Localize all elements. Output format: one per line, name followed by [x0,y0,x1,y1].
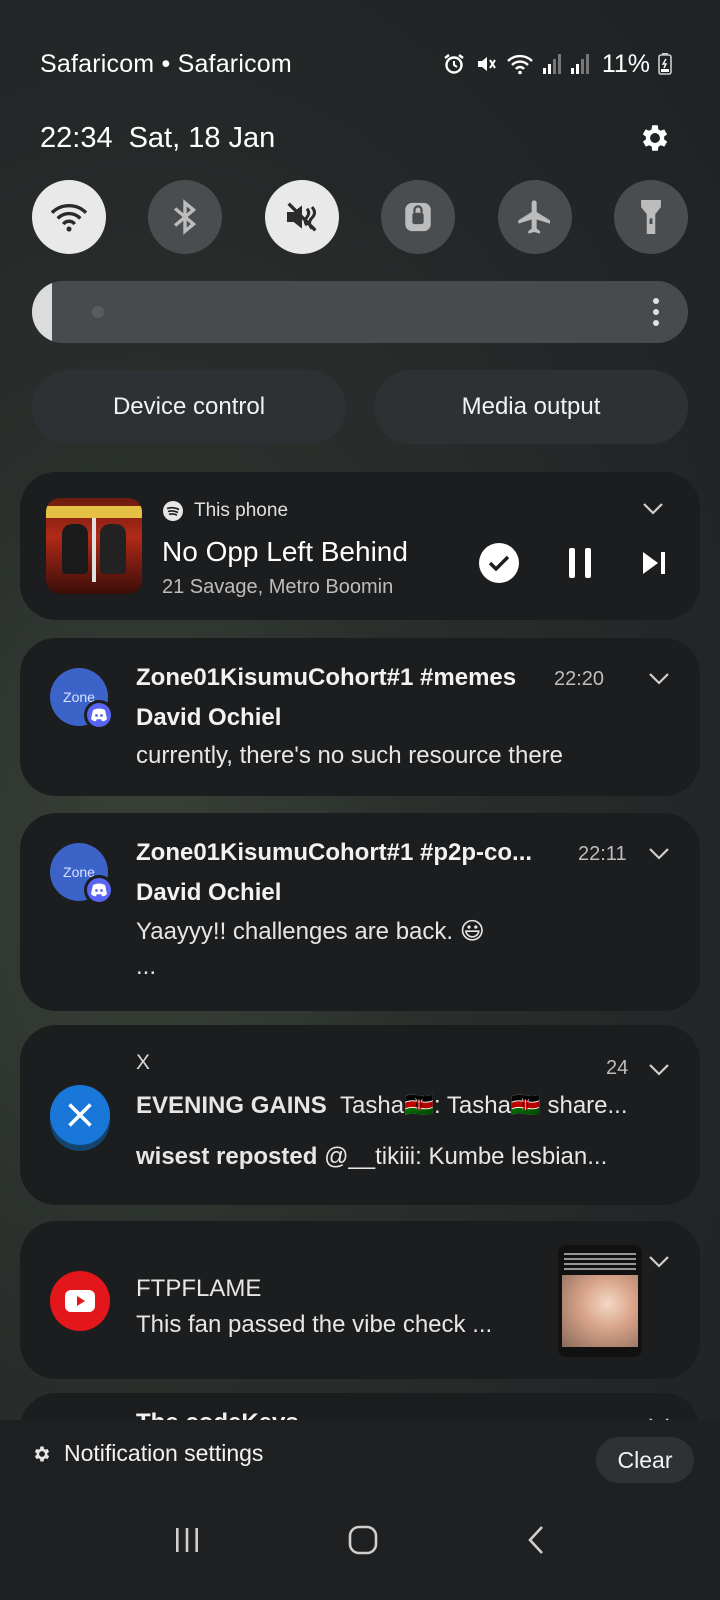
notification-time: 22:20 [554,668,605,690]
notification-count: 24 [606,1057,629,1079]
spotify-icon [163,501,183,521]
flashlight-toggle[interactable] [613,180,688,254]
skip-next-icon[interactable] [640,549,668,577]
video-thumbnail [558,1245,642,1357]
line2-text: @__tikiii: Kumbe lesbian... [324,1143,608,1170]
lock-toggle[interactable] [381,180,456,254]
gear-icon[interactable] [638,121,672,155]
clock: 22:34 Sat, 18 Jan [40,122,291,155]
x-app-icon [50,1085,110,1145]
media-output-button[interactable]: Media output [374,370,688,444]
status-icons: 11% [442,50,672,79]
notification-settings-label: Notification settings [64,1440,264,1466]
notification-text: currently, there's no such resource ther… [136,742,564,769]
media-source: This phone [162,500,288,522]
notification-title: Zone01KisumuCohort#1 #p2p-co... [136,839,533,866]
device-control-button[interactable]: Device control [32,370,346,444]
brightness-icon [92,306,104,318]
discord-icon [84,875,114,905]
battery-icon [658,53,672,75]
notification-text: Yaayyy!! challenges are back. 😃 [136,918,485,945]
youtube-play-icon [65,1290,95,1312]
notification-time: 22:11 [578,843,627,865]
line1-text: Tasha🇰🇪: Tasha🇰🇪 share... [340,1092,628,1119]
chevron-down-icon[interactable] [648,1063,670,1077]
notification-card[interactable]: Zone Zone01KisumuCohort#1 #p2p-co... 22:… [20,813,700,1011]
youtube-app-icon [50,1271,110,1331]
carrier-label: Safaricom • Safaricom [40,49,292,78]
notification-settings-button[interactable]: Notification settings [32,1440,263,1467]
clear-button[interactable]: Clear [596,1437,694,1483]
chevron-down-icon[interactable] [648,672,670,686]
media-player-card[interactable]: This phone No Opp Left Behind 21 Savage,… [20,472,700,620]
navigation-bar [0,1505,720,1575]
signal-icon [542,54,561,74]
notification-line2: wisest reposted @__tikiii: Kumbe lesbian… [136,1143,607,1171]
sound-toggle[interactable] [264,180,339,254]
airplane-icon [517,200,550,234]
quick-toggles [32,180,688,254]
chevron-down-icon[interactable] [648,847,670,861]
alarm-icon [444,54,464,74]
signal-icon [570,54,589,74]
time-label: 22:34 [40,121,113,154]
notification-sender: David Ochiel [136,879,282,906]
mute-icon [477,57,496,71]
media-source-label: This phone [194,500,289,521]
flashlight-icon [641,200,661,234]
notification-line1: EVENING GAINS Tasha🇰🇪: Tasha🇰🇪 share... [136,1091,628,1120]
notification-card[interactable]: Zone Zone01KisumuCohort#1 #memes 22:20 D… [20,638,700,796]
notification-more: ... [136,953,157,980]
bluetooth-toggle[interactable] [148,180,223,254]
track-artist: 21 Savage, Metro Boomin [162,576,394,598]
date-row: 22:34 Sat, 18 Jan [40,116,672,160]
status-bar: Safaricom • Safaricom 11% [40,44,672,84]
notification-card-x[interactable]: X 24 EVENING GAINS Tasha🇰🇪: Tasha🇰🇪 shar… [20,1025,700,1205]
brightness-slider[interactable] [32,281,688,343]
album-art [46,498,142,594]
app-name: X [136,1051,151,1074]
battery-percent: 11% [601,49,650,78]
lock-icon [405,202,431,232]
chevron-down-icon[interactable] [642,502,664,516]
line2-bold: wisest reposted [136,1143,318,1170]
back-icon[interactable] [525,1524,547,1556]
wifi-icon [50,204,88,232]
quick-actions: Device control Media output [32,370,688,444]
notification-title: Zone01KisumuCohort#1 #memes [136,664,517,691]
more-options-icon[interactable] [652,297,660,327]
wifi-icon [506,54,533,75]
bluetooth-icon [174,199,197,235]
brightness-fill [32,281,52,343]
recents-icon[interactable] [173,1526,201,1554]
track-title: No Opp Left Behind [162,536,408,567]
notification-card-youtube[interactable]: FTPFLAME This fan passed the vibe check … [20,1221,700,1379]
discord-icon [84,700,114,730]
date-label: Sat, 18 Jan [128,121,276,154]
pause-icon[interactable] [566,546,594,580]
chevron-down-icon[interactable] [648,1255,670,1269]
notification-text: This fan passed the vibe check ... [136,1311,493,1338]
home-icon[interactable] [347,1524,379,1556]
notification-title: FTPFLAME [136,1275,262,1302]
media-controls [478,542,668,584]
wifi-toggle[interactable] [32,180,106,254]
airplane-toggle[interactable] [497,180,572,254]
check-icon[interactable] [478,542,520,584]
x-logo-icon [68,1103,92,1127]
notification-sender: David Ochiel [136,704,282,731]
gear-icon [34,1446,50,1461]
mute-icon [286,202,317,232]
line1-bold: EVENING GAINS [136,1092,327,1119]
